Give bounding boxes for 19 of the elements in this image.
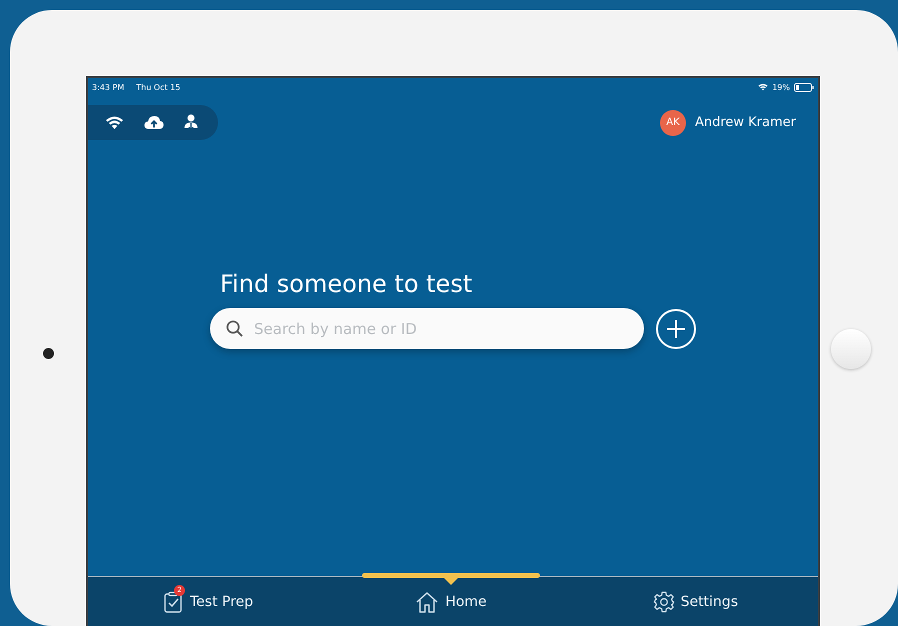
wifi-icon[interactable]	[105, 115, 124, 130]
camera-dot	[42, 348, 54, 359]
cloud-upload-icon[interactable]	[144, 115, 164, 130]
settings-icon	[652, 590, 675, 612]
plus-icon	[666, 318, 686, 338]
battery-percent: 19%	[772, 82, 790, 92]
page-heading: Find someone to test	[220, 270, 474, 298]
battery-icon	[794, 82, 814, 92]
tab[interactable]: Home	[355, 577, 547, 626]
home-icon	[415, 590, 440, 612]
person-download-icon[interactable]	[184, 114, 198, 131]
wifi-icon	[758, 83, 768, 91]
user-name[interactable]: Andrew Kramer	[694, 115, 796, 130]
status-time: 3:43 PM	[92, 82, 124, 92]
tab[interactable]: Settings	[546, 577, 818, 626]
status-date: Thu Oct 15	[136, 82, 180, 92]
search-field[interactable]: Search by name or ID	[210, 308, 644, 349]
search-icon	[226, 320, 243, 337]
add-button[interactable]	[656, 308, 696, 348]
